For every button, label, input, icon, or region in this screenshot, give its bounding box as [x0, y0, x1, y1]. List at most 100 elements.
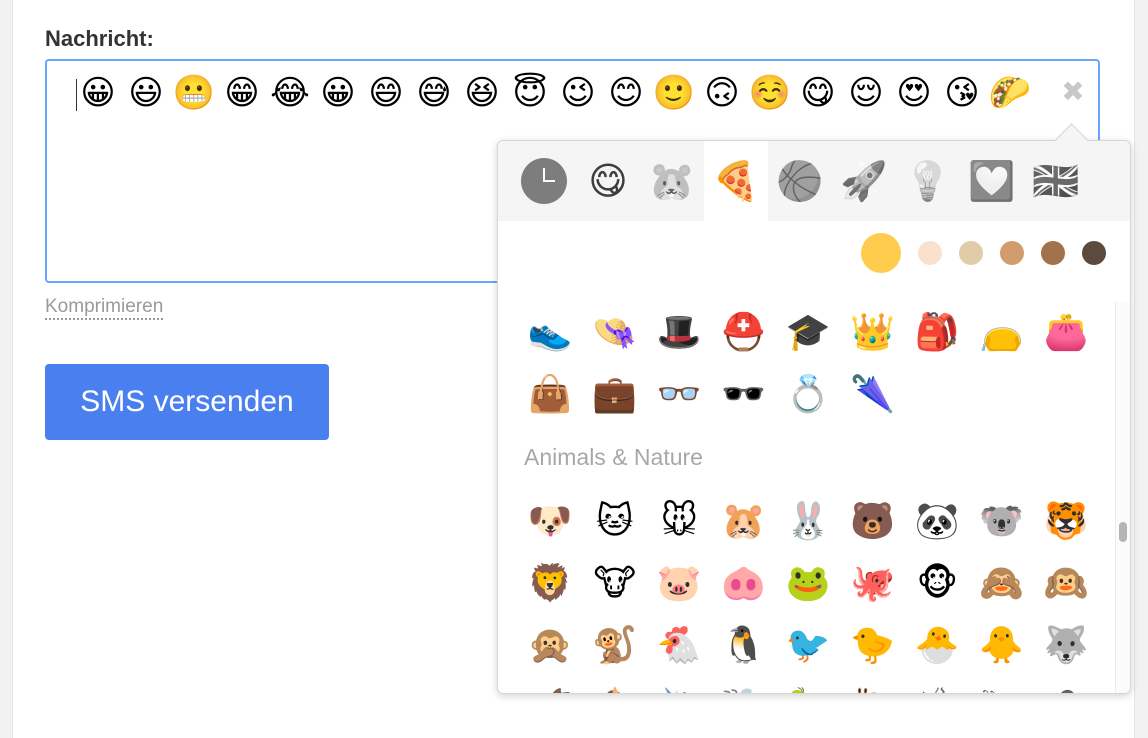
skin-tone-5[interactable]	[1041, 241, 1065, 265]
message-emoji: 😊	[608, 73, 644, 113]
emoji-row: 🦁 🐮 🐷 🐽 🐸 🐙 🐵 🙈 🙉	[498, 552, 1118, 614]
section-title-animals: Animals & Nature	[524, 444, 703, 470]
emoji-item[interactable]: 🐻	[841, 490, 906, 552]
emoji-item[interactable]: 🎓	[776, 301, 841, 363]
emoji-item[interactable]: 👓	[647, 363, 712, 425]
emoji-item[interactable]: 👟	[518, 301, 583, 363]
scrollbar-thumb[interactable]	[1119, 522, 1127, 542]
emoji-item[interactable]: 🐵	[905, 552, 970, 614]
heart-icon: 💟	[968, 158, 1016, 203]
message-label: Nachricht:	[45, 26, 154, 51]
emoji-item[interactable]: 🐤	[841, 614, 906, 676]
emoji-item[interactable]: 💼	[583, 363, 648, 425]
emoji-row: 👟 👒 🎩 ⛑️ 🎓 👑 🎒 👝 👛	[498, 301, 1118, 363]
skin-tone-3[interactable]	[959, 241, 983, 265]
emoji-item[interactable]: 🐜	[970, 676, 1035, 693]
emoji-item[interactable]: 🦁	[518, 552, 583, 614]
emoji-item[interactable]: 🙊	[518, 614, 583, 676]
category-tab-food[interactable]: 🍕	[704, 141, 768, 221]
emoji-item[interactable]: 👝	[970, 301, 1035, 363]
emoji-item[interactable]: 🙈	[970, 552, 1035, 614]
emoji-item[interactable]: 🎩	[647, 301, 712, 363]
category-tab-travel[interactable]: 🚀	[832, 141, 896, 221]
compress-link[interactable]: Komprimieren	[45, 296, 164, 320]
skin-tone-2[interactable]	[918, 241, 942, 265]
category-bar: 😋 🐹 🍕 🏀 🚀 💡 💟 🇬🇧	[498, 141, 1130, 221]
emoji-item[interactable]: 🐷	[647, 552, 712, 614]
emoji-item[interactable]: 🐙	[841, 552, 906, 614]
emoji-item[interactable]: 🐼	[905, 490, 970, 552]
emoji-item[interactable]: 🐔	[647, 614, 712, 676]
message-emoji: 🌮	[988, 73, 1032, 113]
message-emoji: 😌	[848, 73, 884, 113]
pizza-icon: 🍕	[712, 158, 760, 203]
category-tab-symbols[interactable]: 💟	[960, 141, 1024, 221]
message-emoji: 😇	[512, 73, 548, 113]
category-tab-objects[interactable]: 💡	[896, 141, 960, 221]
emoji-item[interactable]: 🐌	[841, 676, 906, 693]
emoji-item[interactable]: 🐯	[1034, 490, 1099, 552]
emoji-row: 👜 💼 👓 🕶️ 💍 🌂	[498, 363, 1118, 425]
emoji-item[interactable]: 🐣	[905, 614, 970, 676]
scrollbar[interactable]	[1115, 301, 1130, 693]
skin-tone-6[interactable]	[1082, 241, 1106, 265]
message-emoji: 😂	[270, 73, 310, 113]
emoji-item[interactable]: 🐒	[583, 614, 648, 676]
category-tab-people[interactable]: 😋	[576, 141, 640, 221]
skin-tone-1[interactable]	[861, 233, 901, 273]
lightbulb-icon: 💡	[904, 158, 952, 203]
close-icon[interactable]: ✖	[1056, 74, 1090, 108]
emoji-item[interactable]: 🐰	[776, 490, 841, 552]
emoji-item[interactable]: 🐶	[518, 490, 583, 552]
clock-icon	[521, 158, 567, 204]
skin-tone-4[interactable]	[1000, 241, 1024, 265]
emoji-item[interactable]: 🐹	[712, 490, 777, 552]
emoji-item[interactable]: 🕷️	[1034, 676, 1099, 693]
message-emoji: 😬	[172, 73, 216, 113]
category-tab-recent[interactable]	[512, 141, 576, 221]
emoji-item[interactable]: 🐴	[583, 676, 648, 693]
message-emoji: 😆	[464, 73, 500, 113]
emoji-item[interactable]: 🐭	[647, 490, 712, 552]
emoji-item[interactable]: 🐮	[583, 552, 648, 614]
emoji-item[interactable]: 🐦	[776, 614, 841, 676]
emoji-item[interactable]: 🎒	[905, 301, 970, 363]
emoji-item[interactable]: 👑	[841, 301, 906, 363]
emoji-item[interactable]: 👜	[518, 363, 583, 425]
emoji-item[interactable]: 🐗	[518, 676, 583, 693]
emoji-item[interactable]: 🐥	[970, 614, 1035, 676]
emoji-item[interactable]: 🐝	[712, 676, 777, 693]
emoji-item[interactable]: 🐽	[712, 552, 777, 614]
emoji-item[interactable]: 🐛	[776, 676, 841, 693]
emoji-item[interactable]: 🐸	[776, 552, 841, 614]
emoji-item[interactable]: 👒	[583, 301, 648, 363]
message-emoji: 😋	[800, 73, 836, 113]
skin-tone-selector	[861, 233, 1106, 273]
emoji-item[interactable]: 💍	[776, 363, 841, 425]
message-emoji: 😘	[944, 73, 980, 113]
message-emoji: 😀	[80, 73, 116, 113]
emoji-item[interactable]: 🐱	[583, 490, 648, 552]
emoji-item[interactable]: 🕶️	[712, 363, 777, 425]
flag-icon: 🇬🇧	[1032, 158, 1080, 203]
emoji-list: 👟 👒 🎩 ⛑️ 🎓 👑 🎒 👝 👛 👜 💼 👓 🕶️ 💍 🌂 Animals & Nature 🐶 🐱 🐭 🐹 🐰 🐻 🐼…	[498, 301, 1118, 693]
emoji-item[interactable]: 🙉	[1034, 552, 1099, 614]
message-emoji: 😉	[560, 73, 596, 113]
emoji-item[interactable]: 🐞	[905, 676, 970, 693]
emoji-item[interactable]: 🐨	[970, 490, 1035, 552]
emoji-item[interactable]: 🐧	[712, 614, 777, 676]
emoji-row: 🐶 🐱 🐭 🐹 🐰 🐻 🐼 🐨 🐯	[498, 490, 1118, 552]
emoji-item[interactable]: 🌂	[841, 363, 906, 425]
message-emoji: 🙂	[652, 73, 696, 113]
emoji-item[interactable]: ⛑️	[712, 301, 777, 363]
emoji-row: 🐗🐴🦄🐝🐛🐌🐞🐜🕷️	[498, 676, 1118, 693]
category-tab-activity[interactable]: 🏀	[768, 141, 832, 221]
emoji-item[interactable]: 👛	[1034, 301, 1099, 363]
emoji-item[interactable]: 🦄	[647, 676, 712, 693]
message-emoji: 😃	[128, 73, 164, 113]
category-tab-flags[interactable]: 🇬🇧	[1024, 141, 1088, 221]
emoji-item[interactable]: 🐺	[1034, 614, 1099, 676]
message-emoji: ☺️	[748, 73, 792, 113]
send-sms-button[interactable]: SMS versenden	[45, 364, 329, 440]
category-tab-animals[interactable]: 🐹	[640, 141, 704, 221]
